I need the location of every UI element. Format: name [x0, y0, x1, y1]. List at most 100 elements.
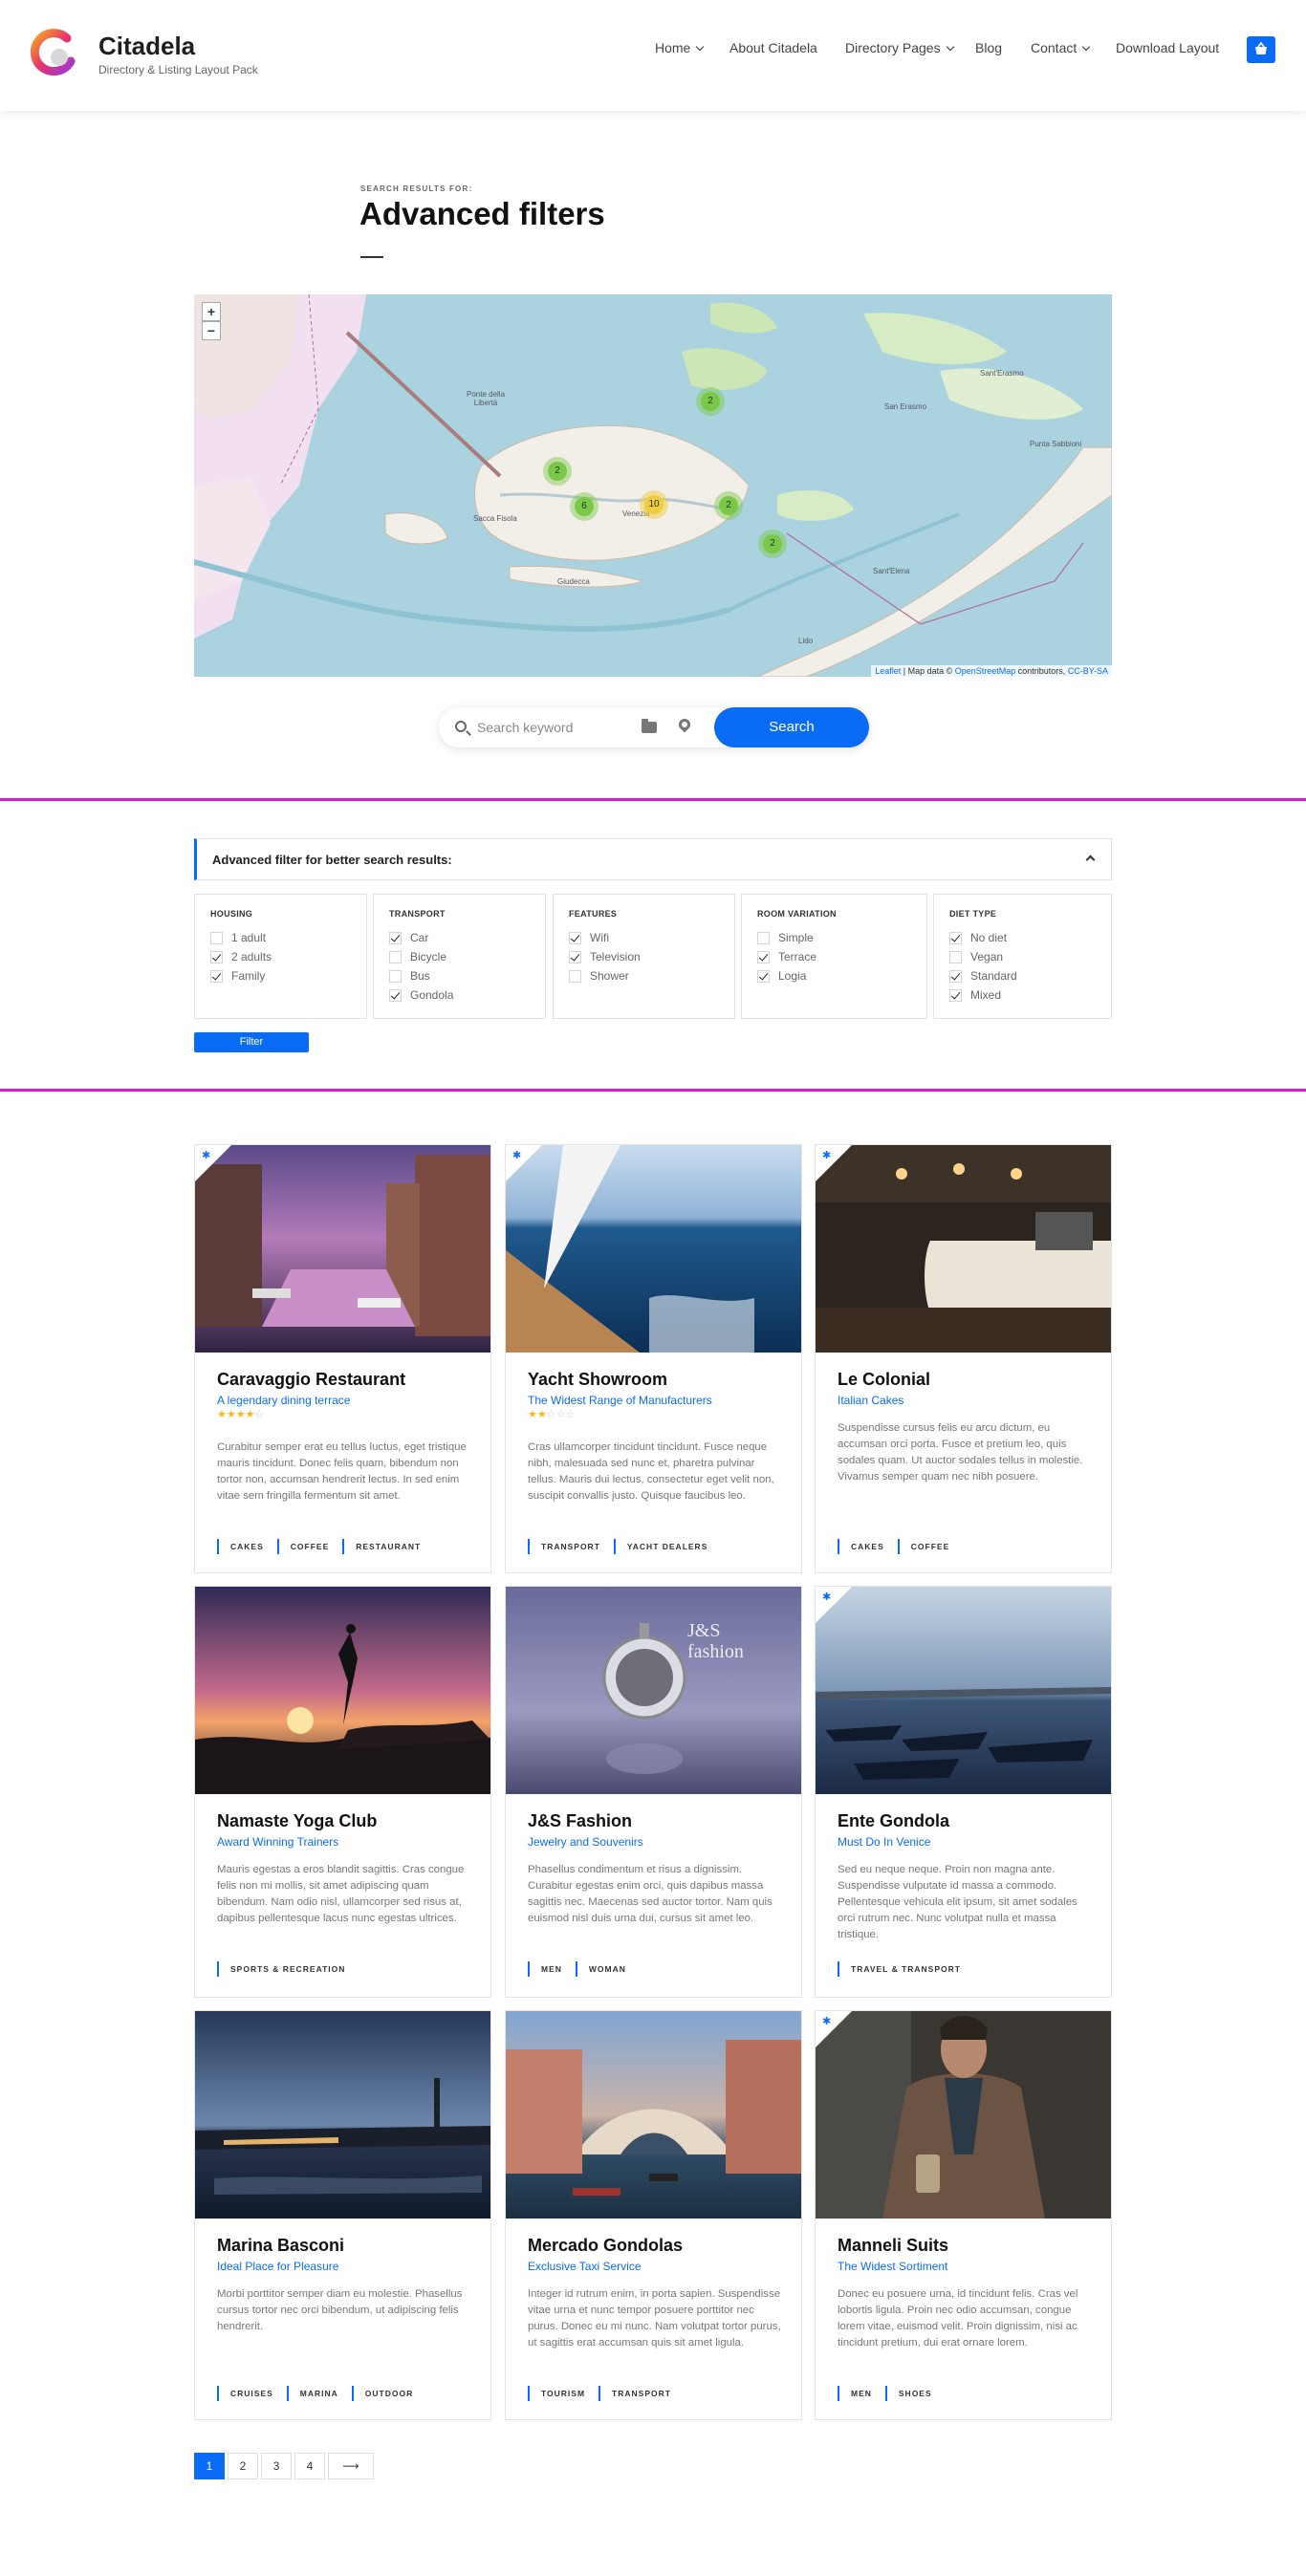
nav-directory-pages[interactable]: Directory Pages: [845, 40, 954, 55]
map-zoom-in-button[interactable]: +: [202, 302, 221, 321]
map-cluster-marker[interactable]: 10: [640, 490, 668, 519]
pagination-page-3[interactable]: 3: [261, 2453, 292, 2479]
checkbox[interactable]: [757, 932, 770, 944]
listing-card[interactable]: ✱ Yacht Showroom The Widest Range of Man…: [505, 1144, 802, 1573]
license-link[interactable]: CC-BY-SA: [1068, 666, 1108, 676]
search-button[interactable]: Search: [714, 707, 869, 747]
listing-image[interactable]: ✱: [506, 1145, 801, 1353]
location-pin-icon[interactable]: [676, 716, 693, 733]
pagination-next-button[interactable]: ⟶: [328, 2453, 374, 2479]
listing-card[interactable]: Mercado Gondolas Exclusive Taxi Service …: [505, 2010, 802, 2420]
search-input[interactable]: [477, 717, 630, 738]
listing-image[interactable]: [195, 1587, 490, 1794]
title-divider: [360, 256, 383, 258]
filter-button[interactable]: Filter: [194, 1032, 309, 1052]
nav-contact[interactable]: Contact: [1031, 40, 1091, 55]
listing-card[interactable]: Marina Basconi Ideal Place for Pleasure …: [194, 2010, 491, 2420]
listing-image[interactable]: ✱: [816, 2011, 1111, 2219]
checkbox[interactable]: [569, 932, 581, 944]
listing-title[interactable]: J&S Fashion: [528, 1811, 632, 1831]
checkbox[interactable]: [210, 932, 223, 944]
checkbox[interactable]: [949, 989, 962, 1002]
checkbox[interactable]: [949, 932, 962, 944]
listing-tag[interactable]: SHOES: [884, 2386, 932, 2401]
search-bar: Search: [439, 707, 869, 747]
listings-map[interactable]: + − Ponte della Libertà Venezia Giudecca…: [194, 294, 1112, 677]
listing-card[interactable]: ✱ Ente Gondola Must Do In Venice Sed eu …: [815, 1586, 1112, 1998]
listing-tag[interactable]: YACHT DEALERS: [613, 1539, 707, 1554]
listing-image[interactable]: ✱: [816, 1587, 1111, 1794]
map-cluster-marker[interactable]: 2: [758, 530, 787, 558]
checkbox[interactable]: [210, 951, 223, 963]
listing-image[interactable]: [506, 2011, 801, 2219]
nav-download-layout[interactable]: Download Layout: [1116, 40, 1219, 55]
checkbox[interactable]: [569, 951, 581, 963]
checkbox[interactable]: [389, 932, 402, 944]
listing-title[interactable]: Le Colonial: [838, 1370, 930, 1390]
osm-link[interactable]: OpenStreetMap: [955, 666, 1016, 676]
listing-tag[interactable]: TRANSPORT: [599, 2386, 671, 2401]
listing-title[interactable]: Namaste Yoga Club: [217, 1811, 377, 1831]
listing-card[interactable]: J&S fashion J&S Fashion Jewelry and Souv…: [505, 1586, 802, 1998]
listing-image[interactable]: ✱: [816, 1145, 1111, 1353]
pagination-page-4[interactable]: 4: [294, 2453, 325, 2479]
cart-button[interactable]: [1247, 36, 1275, 63]
pagination-page-2[interactable]: 2: [228, 2453, 258, 2479]
map-label: Punta Sabbioni: [1030, 440, 1082, 448]
listing-title[interactable]: Caravaggio Restaurant: [217, 1370, 405, 1390]
listing-tag[interactable]: TOURISM: [528, 2386, 585, 2401]
cluster-count: 6: [575, 497, 594, 516]
map-cluster-marker[interactable]: 6: [570, 492, 599, 521]
checkbox[interactable]: [210, 970, 223, 983]
listing-card[interactable]: ✱ Caravaggio Restaurant A legendary dini…: [194, 1144, 491, 1573]
listing-subtitle: Jewelry and Souvenirs: [528, 1835, 643, 1849]
folder-icon[interactable]: [642, 719, 657, 733]
pagination-page-1[interactable]: 1: [194, 2453, 225, 2479]
filter-toggle[interactable]: Advanced filter for better search result…: [194, 838, 1112, 880]
map-zoom-out-button[interactable]: −: [202, 321, 221, 340]
listing-tag[interactable]: TRAVEL & TRANSPORT: [838, 1961, 961, 1977]
listing-image[interactable]: ✱: [195, 1145, 490, 1353]
checkbox[interactable]: [389, 970, 402, 983]
listing-tag[interactable]: COFFEE: [897, 1539, 949, 1554]
listing-tag[interactable]: WOMAN: [575, 1961, 626, 1977]
listing-card[interactable]: ✱ Le Colonial Italian Cakes Suspendisse …: [815, 1144, 1112, 1573]
listing-image[interactable]: J&S fashion: [506, 1587, 801, 1794]
nav-blog[interactable]: Blog: [975, 40, 1002, 55]
listing-tag[interactable]: MARINA: [286, 2386, 338, 2401]
listing-title[interactable]: Ente Gondola: [838, 1811, 949, 1831]
checkbox[interactable]: [949, 951, 962, 963]
listing-tag[interactable]: CAKES: [838, 1539, 884, 1554]
checkbox[interactable]: [757, 970, 770, 983]
checkbox[interactable]: [949, 970, 962, 983]
leaflet-link[interactable]: Leaflet: [875, 666, 901, 676]
listing-tag[interactable]: CRUISES: [217, 2386, 273, 2401]
map-cluster-marker[interactable]: 2: [696, 387, 725, 416]
listing-title[interactable]: Mercado Gondolas: [528, 2236, 683, 2256]
listing-tag[interactable]: SPORTS & RECREATION: [217, 1961, 345, 1977]
checkbox[interactable]: [757, 951, 770, 963]
listing-image[interactable]: [195, 2011, 490, 2219]
listing-card[interactable]: Namaste Yoga Club Award Winning Trainers…: [194, 1586, 491, 1998]
map-cluster-marker[interactable]: 2: [714, 491, 743, 520]
listing-tag[interactable]: OUTDOOR: [351, 2386, 413, 2401]
nav-about[interactable]: About Citadela: [729, 40, 817, 55]
listing-title[interactable]: Manneli Suits: [838, 2236, 948, 2256]
listing-tag[interactable]: COFFEE: [276, 1539, 329, 1554]
nav-home[interactable]: Home: [655, 40, 705, 55]
map-cluster-marker[interactable]: 2: [543, 457, 572, 486]
listing-card[interactable]: ✱ Manneli Suits The Widest Sortiment Don…: [815, 2010, 1112, 2420]
listing-tag[interactable]: MEN: [528, 1961, 562, 1977]
listing-tag[interactable]: RESTAURANT: [342, 1539, 421, 1554]
checkbox[interactable]: [389, 989, 402, 1002]
filter-option-label: 1 adult: [231, 931, 267, 944]
listing-tag[interactable]: TRANSPORT: [528, 1539, 600, 1554]
featured-ribbon: [195, 1145, 231, 1181]
listing-title[interactable]: Marina Basconi: [217, 2236, 344, 2256]
checkbox[interactable]: [569, 970, 581, 983]
site-header: Citadela Directory & Listing Layout Pack…: [0, 0, 1306, 111]
listing-tag[interactable]: CAKES: [217, 1539, 264, 1554]
checkbox[interactable]: [389, 951, 402, 963]
listing-title[interactable]: Yacht Showroom: [528, 1370, 667, 1390]
listing-tag[interactable]: MEN: [838, 2386, 872, 2401]
